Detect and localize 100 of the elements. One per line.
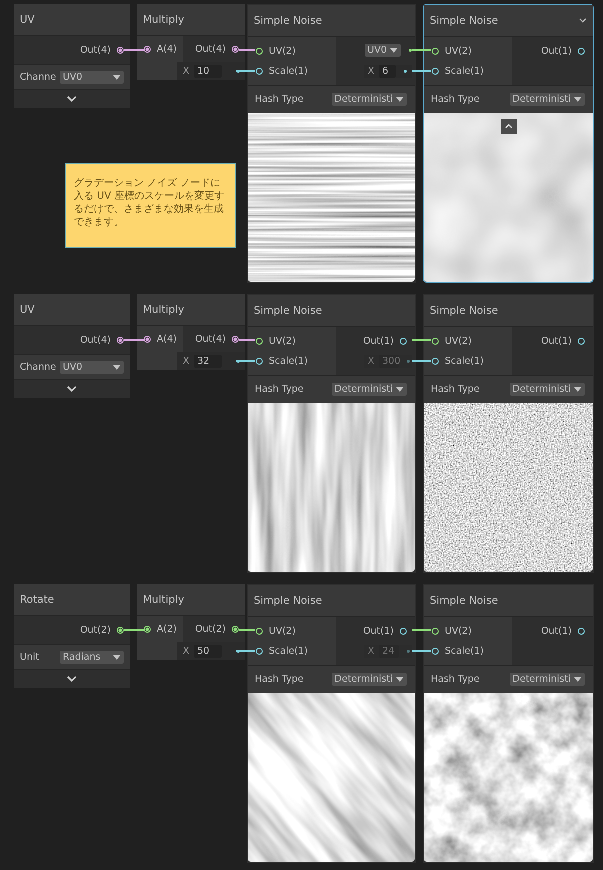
field-label: Hash Type bbox=[431, 94, 480, 105]
wire bbox=[412, 360, 431, 362]
port-label: Scale(1) bbox=[269, 356, 308, 366]
field-label: Hash Type bbox=[255, 674, 304, 685]
caret-icon bbox=[113, 74, 121, 80]
node-card[interactable]: Multiply A(2) Out(2) X 50 bbox=[137, 584, 245, 660]
port-dot[interactable] bbox=[117, 46, 124, 54]
port-dot[interactable] bbox=[432, 338, 439, 344]
dropdown[interactable]: UV0 bbox=[364, 44, 401, 56]
port-dot[interactable] bbox=[117, 626, 124, 634]
field-label: Hash Type bbox=[431, 384, 480, 395]
wire bbox=[412, 650, 431, 652]
node-title: Multiply bbox=[137, 584, 245, 616]
caret-icon bbox=[390, 48, 398, 52]
node-title: UV bbox=[14, 4, 130, 36]
dropdown[interactable]: Radians bbox=[60, 650, 124, 664]
port-dot[interactable] bbox=[432, 48, 439, 54]
dropdown[interactable]: UV0 bbox=[60, 360, 124, 374]
port-dot[interactable] bbox=[144, 626, 151, 632]
number-field[interactable]: X 10 bbox=[177, 62, 245, 80]
port-dot[interactable] bbox=[117, 336, 124, 344]
port-label: Out(2) bbox=[80, 624, 111, 636]
caret-icon bbox=[396, 677, 404, 682]
wire bbox=[236, 650, 255, 652]
node-title: Simple Noise bbox=[254, 304, 322, 316]
node-title: Rotate bbox=[14, 584, 130, 616]
port-dot[interactable] bbox=[578, 628, 585, 634]
dropdown[interactable]: Deterministi bbox=[510, 93, 585, 106]
caret-icon bbox=[396, 387, 404, 392]
port-label: A(4) bbox=[157, 334, 177, 344]
wire bbox=[124, 629, 144, 631]
node-card[interactable]: Simple Noise UV(2) Scale(1) Out(1) Hash Type Deterministi bbox=[423, 4, 594, 283]
port-dot[interactable] bbox=[232, 626, 239, 632]
wire bbox=[236, 70, 255, 72]
wire bbox=[412, 70, 431, 72]
port-dot[interactable] bbox=[144, 46, 151, 52]
node-card[interactable]: Multiply A(4) Out(4) X 10 bbox=[137, 4, 245, 80]
port-dot[interactable] bbox=[432, 628, 439, 634]
port-label: Scale(1) bbox=[445, 646, 484, 656]
number-field[interactable]: X 32 bbox=[177, 352, 245, 370]
sticky-note[interactable]: グラデーション ノイズ ノードに入る UV 座標のスケールを変更するだけで、さまざまな効果を生成できます。 bbox=[65, 163, 236, 248]
node-card[interactable]: Simple Noise UV(2) Scale(1) Out(1) Hash Type Deterministi bbox=[423, 584, 594, 863]
port-dot[interactable] bbox=[232, 46, 239, 52]
port-dot[interactable] bbox=[256, 358, 263, 364]
dropdown[interactable]: Deterministi bbox=[510, 383, 585, 396]
dropdown[interactable]: Deterministi bbox=[332, 383, 407, 396]
port-dot[interactable] bbox=[256, 68, 263, 74]
port-label: Out(4) bbox=[195, 334, 226, 344]
port-dot[interactable] bbox=[578, 338, 585, 344]
port-dot[interactable] bbox=[578, 48, 585, 54]
chevron-up-icon bbox=[504, 124, 512, 129]
port-dot[interactable] bbox=[232, 336, 239, 342]
port-dot[interactable] bbox=[400, 628, 407, 634]
wire bbox=[239, 339, 255, 341]
port-label: UV(2) bbox=[269, 336, 296, 346]
port-label: Out(2) bbox=[195, 624, 226, 634]
port-label: Scale(1) bbox=[445, 66, 484, 76]
port-label: Scale(1) bbox=[269, 66, 308, 76]
port-label: Out(4) bbox=[80, 44, 111, 56]
node-card[interactable]: Simple Noise UV(2) Scale(1) Out(1) Hash Type Deterministi bbox=[423, 294, 594, 573]
number-field[interactable]: X 50 bbox=[177, 642, 245, 660]
port-dot[interactable] bbox=[256, 648, 263, 654]
port-dot[interactable] bbox=[256, 338, 263, 344]
port-label: Out(1) bbox=[363, 336, 394, 346]
chevron-down-icon[interactable] bbox=[67, 676, 77, 682]
field-label: Hash Type bbox=[431, 674, 480, 685]
wire bbox=[124, 49, 144, 51]
port-dot[interactable] bbox=[400, 338, 407, 344]
wire bbox=[412, 629, 431, 631]
collapse-button[interactable] bbox=[500, 119, 516, 134]
caret-icon bbox=[574, 387, 582, 392]
node-title: Multiply bbox=[137, 294, 245, 326]
field-label: Channe bbox=[20, 72, 58, 82]
port-dot[interactable] bbox=[256, 48, 263, 54]
port-label: Out(1) bbox=[541, 336, 572, 346]
dropdown[interactable]: Deterministi bbox=[332, 673, 407, 686]
chevron-down-icon[interactable] bbox=[579, 18, 587, 23]
wire bbox=[239, 49, 255, 51]
dropdown[interactable]: UV0 bbox=[60, 70, 124, 84]
port-dot[interactable] bbox=[256, 628, 263, 634]
field-label: Hash Type bbox=[255, 384, 304, 395]
port-dot[interactable] bbox=[432, 648, 439, 654]
port-dot[interactable] bbox=[432, 68, 439, 74]
wire bbox=[412, 49, 431, 51]
port-label: Out(1) bbox=[541, 46, 572, 56]
chevron-down-icon[interactable] bbox=[67, 96, 77, 102]
node-card[interactable]: Multiply A(4) Out(4) X 32 bbox=[137, 294, 245, 370]
caret-icon bbox=[396, 97, 404, 102]
port-label: UV(2) bbox=[445, 336, 472, 346]
chevron-down-icon[interactable] bbox=[67, 386, 77, 392]
port-dot[interactable] bbox=[144, 336, 151, 342]
port-dot[interactable] bbox=[432, 358, 439, 364]
dropdown[interactable]: Deterministi bbox=[332, 93, 407, 106]
port-label: Scale(1) bbox=[269, 646, 308, 656]
port-label: Out(4) bbox=[80, 334, 111, 346]
node-title: Simple Noise bbox=[254, 14, 322, 26]
port-label: Out(4) bbox=[195, 44, 226, 54]
wire bbox=[124, 339, 144, 341]
dropdown[interactable]: Deterministi bbox=[510, 673, 585, 686]
caret-icon bbox=[113, 654, 121, 660]
